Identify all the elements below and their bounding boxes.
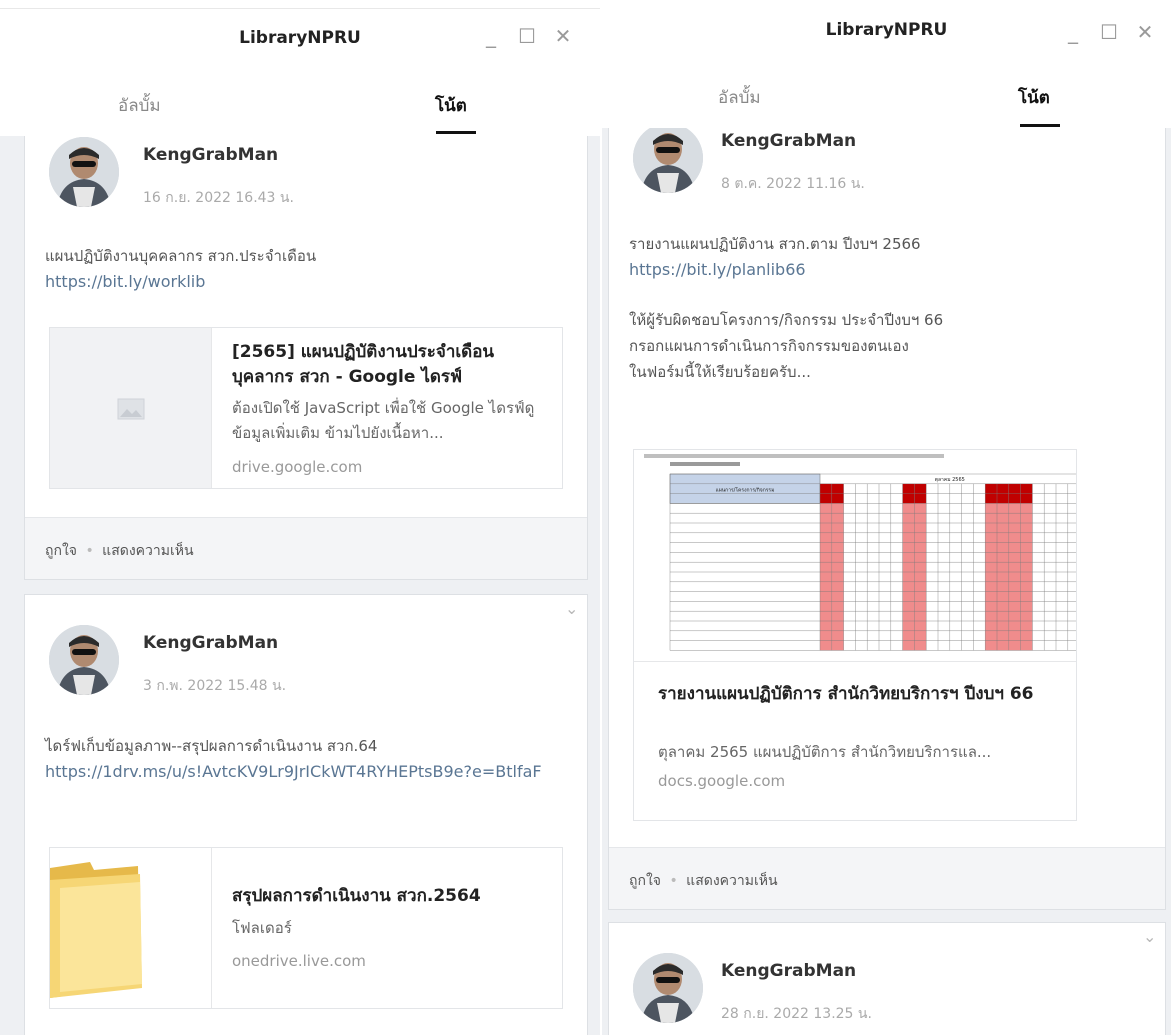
- maximize-button[interactable]: ☐: [516, 24, 538, 48]
- author-name[interactable]: KengGrabMan: [721, 961, 856, 981]
- note-card: KengGrabMan 8 ต.ค. 2022 11.16 น. รายงานแ…: [608, 128, 1166, 910]
- close-button[interactable]: ✕: [1134, 20, 1156, 44]
- post-link[interactable]: https://bit.ly/worklib: [45, 269, 565, 295]
- comment-button[interactable]: แสดงความเห็น: [686, 873, 777, 889]
- sheet-weekend-column: [1008, 503, 1021, 651]
- spreadsheet-image: แผนการ/โครงการ/กิจกรรม ตุลาคม 2565: [644, 454, 1076, 651]
- tab-notes[interactable]: โน้ต: [1018, 84, 1050, 111]
- preview-title: สรุปผลการดำเนินงาน สวก.2564: [232, 886, 481, 906]
- link-preview[interactable]: [2565] แผนปฏิบัติงานประจำเดือน บุคลากร ส…: [49, 327, 563, 489]
- sheet-weekend-column: [985, 503, 997, 651]
- sheet-weekend-column: [820, 503, 832, 651]
- left-window: LibraryNPRU _ ☐ ✕ อัลบั้ม โน้ต KengGrabM…: [0, 0, 600, 1035]
- note-card: KengGrabMan 16 ก.ย. 2022 16.43 น. แผนปฏิ…: [24, 136, 588, 580]
- chevron-down-icon[interactable]: ⌄: [1143, 927, 1156, 946]
- post-timestamp: 3 ก.พ. 2022 15.48 น.: [143, 678, 287, 694]
- window-controls: _ ☐ ✕: [480, 24, 574, 48]
- preview-domain: onedrive.live.com: [232, 952, 366, 970]
- post-link[interactable]: https://bit.ly/planlib66: [629, 257, 1149, 283]
- avatar: [49, 137, 119, 207]
- sheet-caption-bar: [644, 454, 944, 458]
- sheet-caption-bar: [670, 462, 740, 466]
- tab-album[interactable]: อัลบั้ม: [718, 84, 761, 111]
- footer-actions: ถูกใจ • แสดงความเห็น: [45, 540, 194, 562]
- footer-separator: •: [669, 873, 678, 889]
- sheet-month-label: ตุลาคม 2565: [935, 477, 965, 483]
- preview-thumbnail: [50, 848, 212, 1008]
- post-link[interactable]: https://1drv.ms/u/s!AvtcKV9Lr9JrICkWT4RY…: [45, 759, 575, 785]
- folder-icon: [50, 862, 142, 998]
- sheet-weekend-column: [997, 503, 1009, 651]
- active-tab-indicator: [436, 131, 476, 134]
- title-bar: LibraryNPRU _ ☐ ✕: [0, 24, 600, 88]
- post-timestamp: 8 ต.ค. 2022 11.16 น.: [721, 176, 865, 192]
- author-name[interactable]: KengGrabMan: [143, 145, 278, 165]
- preview-title: [2565] แผนปฏิบัติงานประจำเดือน บุคลากร ส…: [232, 342, 495, 387]
- sheet-weekend-column: [1020, 503, 1033, 651]
- tab-notes[interactable]: โน้ต: [435, 92, 467, 119]
- footer-actions: ถูกใจ • แสดงความเห็น: [629, 870, 778, 892]
- preview-description: โฟลเดอร์: [232, 919, 292, 937]
- sheet-weekend-column: [914, 503, 927, 651]
- footer-separator: •: [85, 543, 94, 559]
- minimize-button[interactable]: _: [1062, 20, 1084, 44]
- image-placeholder-icon: [117, 398, 145, 420]
- notes-feed[interactable]: KengGrabMan 16 ก.ย. 2022 16.43 น. แผนปฏิ…: [0, 136, 600, 1035]
- post-text-line: กรอกแผนการดำเนินการกิจกรรมของตนเอง: [629, 337, 909, 355]
- like-button[interactable]: ถูกใจ: [45, 543, 77, 559]
- close-button[interactable]: ✕: [552, 24, 574, 48]
- sheet-weekend-column: [902, 503, 915, 651]
- post-text: ไดร์ฟเก็บข้อมูลภาพ--สรุปผลการดำเนินงาน ส…: [45, 737, 378, 755]
- link-preview[interactable]: สรุปผลการดำเนินงาน สวก.2564 โฟลเดอร์ one…: [49, 847, 563, 1009]
- post-text-line: ในฟอร์มนี้ให้เรียบร้อยครับ...: [629, 363, 811, 381]
- preview-domain: drive.google.com: [232, 458, 363, 476]
- post-text-line: ให้ผู้รับผิดชอบโครงการ/กิจกรรม ประจำปีงบ…: [629, 311, 944, 329]
- note-card: ⌄ KengGrabMan 28 ก.ย. 2022 13.25 น.: [608, 922, 1166, 1035]
- post-text: แผนปฏิบัติงานบุคคลากร สวก.ประจำเดือน: [45, 247, 317, 265]
- post-timestamp: 28 ก.ย. 2022 13.25 น.: [721, 1006, 872, 1022]
- preview-thumbnail: [50, 328, 212, 488]
- post-timestamp: 16 ก.ย. 2022 16.43 น.: [143, 190, 294, 206]
- author-name[interactable]: KengGrabMan: [143, 633, 278, 653]
- post-body: รายงานแผนปฏิบัติงาน สวก.ตาม ปีงบฯ 2566 h…: [629, 231, 1149, 385]
- preview-description: ต้องเปิดใช้ JavaScript เพื่อใช้ Google ไ…: [232, 399, 535, 442]
- preview-domain: docs.google.com: [658, 772, 786, 790]
- comment-button[interactable]: แสดงความเห็น: [102, 543, 193, 559]
- link-preview[interactable]: แผนการ/โครงการ/กิจกรรม ตุลาคม 2565 รายงาน…: [633, 449, 1077, 821]
- like-button[interactable]: ถูกใจ: [629, 873, 661, 889]
- right-window: LibraryNPRU _ ☐ ✕ อัลบั้ม โน้ต KengGrabM…: [602, 0, 1171, 1035]
- tab-album[interactable]: อัลบั้ม: [118, 92, 161, 119]
- preview-title: รายงานแผนปฏิบัติการ สำนักวิทยบริการฯ ปีง…: [658, 684, 1034, 704]
- active-tab-indicator: [1020, 124, 1060, 127]
- avatar: [633, 953, 703, 1023]
- top-border: [0, 8, 600, 9]
- post-text: รายงานแผนปฏิบัติงาน สวก.ตาม ปีงบฯ 2566: [629, 235, 921, 253]
- maximize-button[interactable]: ☐: [1098, 20, 1120, 44]
- card-footer: ถูกใจ • แสดงความเห็น: [25, 517, 587, 579]
- avatar: [49, 625, 119, 695]
- post-body: แผนปฏิบัติงานบุคคลากร สวก.ประจำเดือน htt…: [45, 243, 565, 295]
- card-footer: ถูกใจ • แสดงความเห็น: [609, 847, 1165, 909]
- notes-feed[interactable]: KengGrabMan 8 ต.ค. 2022 11.16 น. รายงานแ…: [602, 128, 1171, 1035]
- sheet-weekend-column: [831, 503, 844, 651]
- chevron-down-icon[interactable]: ⌄: [565, 599, 578, 618]
- note-card: ⌄ KengGrabMan 3 ก.พ. 2022 15.48 น. ไดร์ฟ…: [24, 594, 588, 1035]
- title-bar: LibraryNPRU _ ☐ ✕: [602, 20, 1171, 80]
- window-controls: _ ☐ ✕: [1062, 20, 1156, 44]
- avatar: [633, 128, 703, 193]
- preview-description: ตุลาคม 2565 แผนปฏิบัติการ สำนักวิทยบริกา…: [658, 743, 992, 761]
- post-body: ไดร์ฟเก็บข้อมูลภาพ--สรุปผลการดำเนินงาน ส…: [45, 733, 575, 785]
- sheet-header-label: แผนการ/โครงการ/กิจกรรม: [716, 487, 775, 494]
- author-name[interactable]: KengGrabMan: [721, 131, 856, 151]
- spreadsheet-thumbnail: แผนการ/โครงการ/กิจกรรม ตุลาคม 2565: [634, 450, 1076, 662]
- minimize-button[interactable]: _: [480, 24, 502, 48]
